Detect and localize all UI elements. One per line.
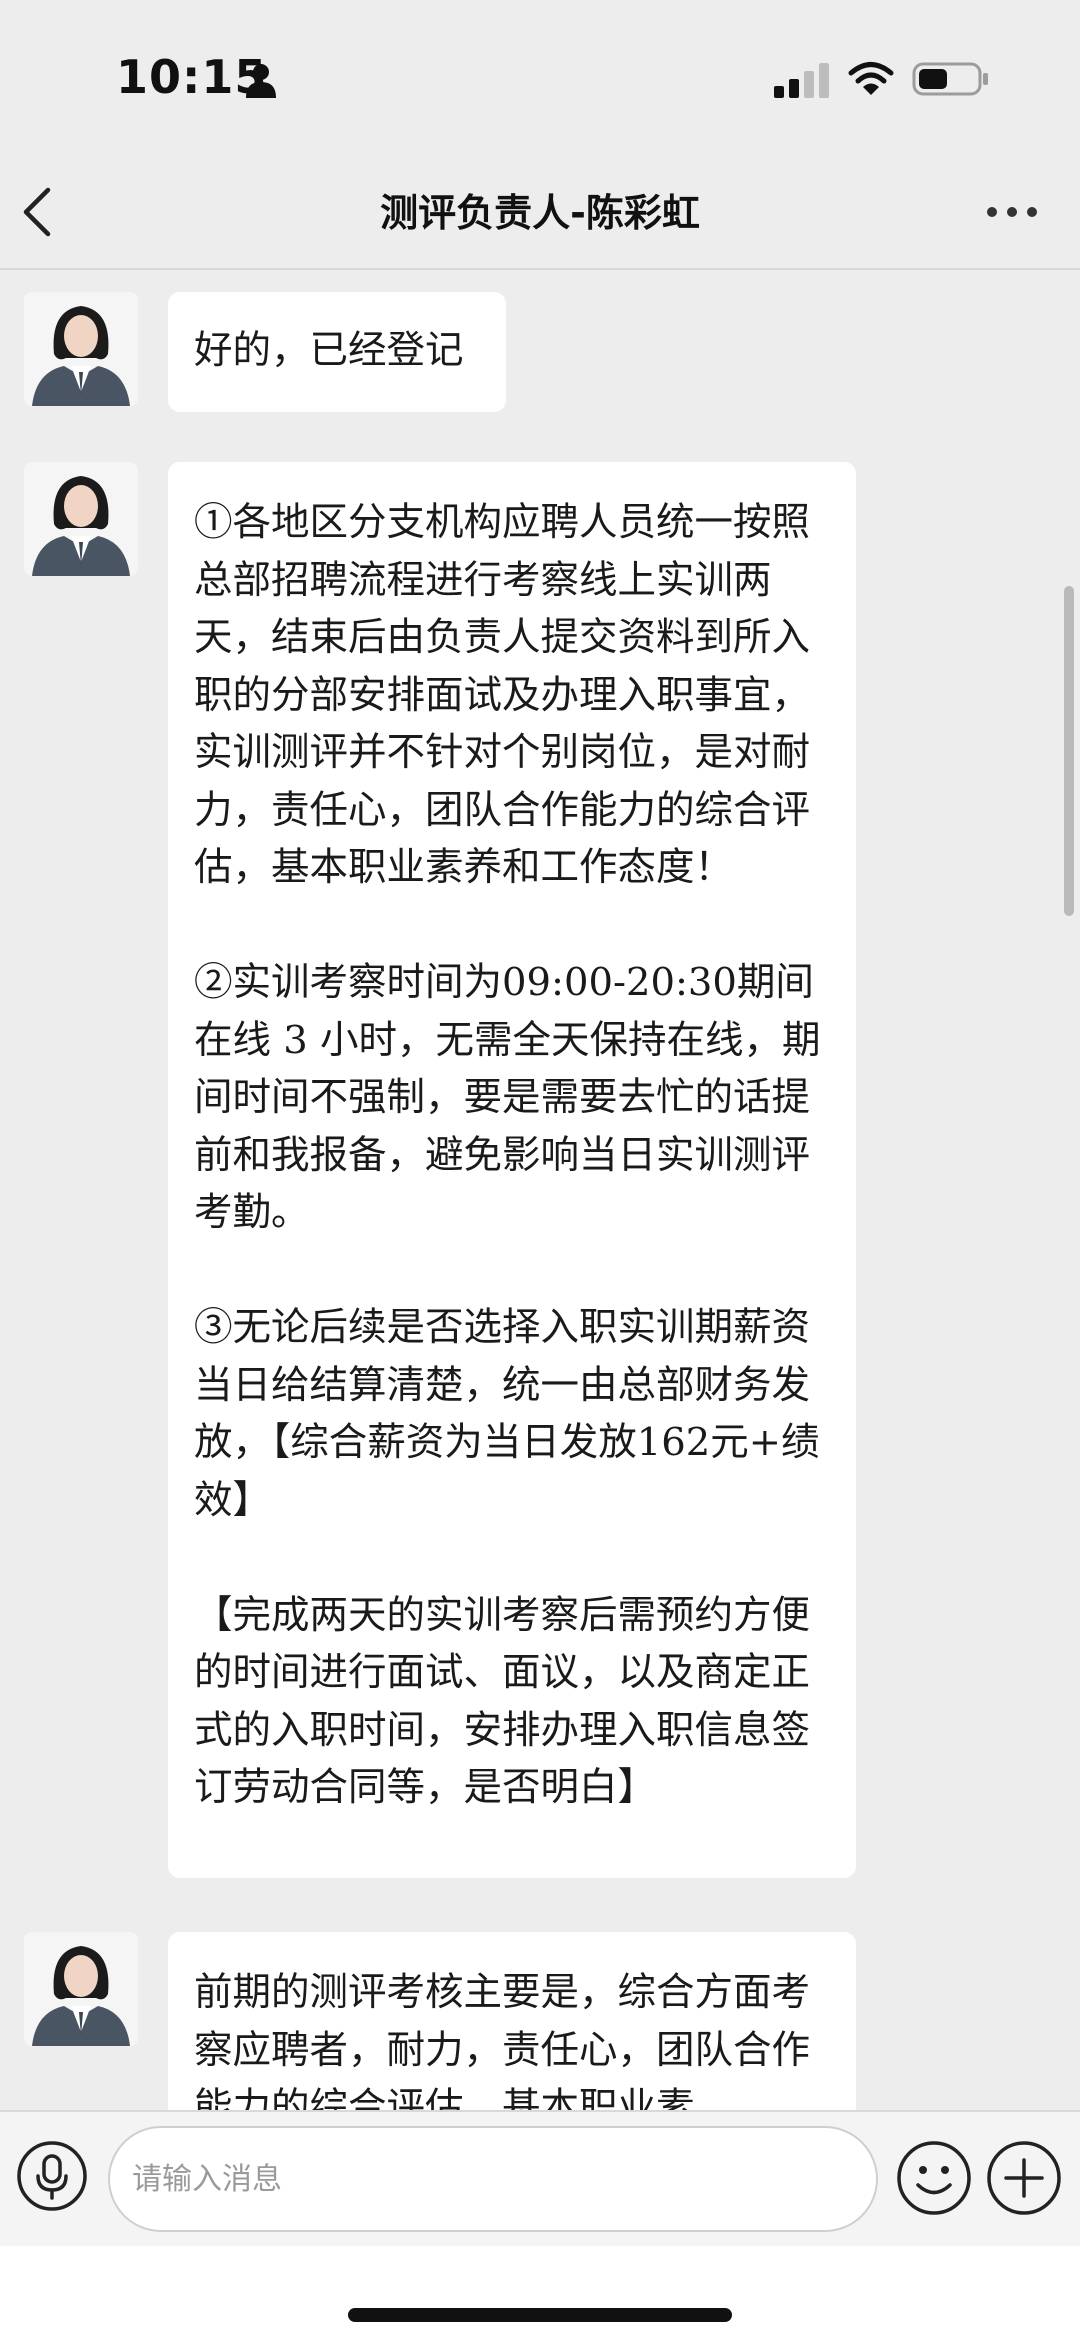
- plus-icon[interactable]: [986, 2140, 1062, 2216]
- message-input[interactable]: [108, 2126, 878, 2232]
- person-icon: [246, 64, 276, 98]
- message-bubble: 前期的测评考核主要是，综合方面考察应聘者，耐力，责任心，团队合作能力的综合评估，…: [168, 1932, 856, 2110]
- home-indicator[interactable]: [348, 2308, 732, 2322]
- emoji-icon[interactable]: [896, 2140, 972, 2216]
- contact-avatar[interactable]: [24, 292, 138, 406]
- more-icon[interactable]: [984, 202, 1040, 222]
- message-bubble: 好的，已经登记: [168, 292, 506, 412]
- nav-bar: 测评负责人-陈彩虹: [0, 150, 1080, 270]
- signal-icon: [774, 63, 829, 98]
- wifi-icon: [848, 62, 894, 95]
- microphone-icon[interactable]: [16, 2140, 88, 2212]
- contact-avatar[interactable]: [24, 462, 138, 576]
- chat-area[interactable]: 好的，已经登记 ①各地区分支机构应聘人员统一按照总部招聘流程进行考察线上实训两天…: [0, 270, 1080, 2110]
- contact-avatar[interactable]: [24, 1932, 138, 2046]
- home-area: [0, 2246, 1080, 2341]
- message-bubble: ①各地区分支机构应聘人员统一按照总部招聘流程进行考察线上实训两天，结束后由负责人…: [168, 462, 856, 1878]
- battery-icon: [912, 62, 988, 96]
- scrollbar[interactable]: [1064, 586, 1074, 916]
- chat-title: 测评负责人-陈彩虹: [380, 191, 700, 235]
- input-bar: [0, 2110, 1080, 2246]
- status-bar: 10:15: [0, 0, 1080, 150]
